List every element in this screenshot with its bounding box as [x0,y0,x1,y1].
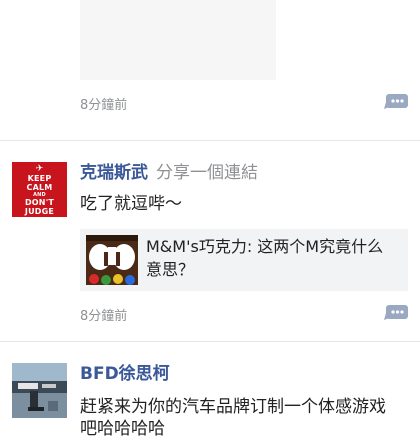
divider [0,341,420,342]
news-feed: 8分鐘前 ✈ KEEP CALM AND DON'T JUDGE 克瑞斯武 分享一… [0,0,420,439]
feed-post: ✈ KEEP CALM AND DON'T JUDGE 克瑞斯武 分享一個連結 吃… [0,141,420,341]
avatar-text: CALM [26,183,53,192]
link-title: M&M's巧克力: 这两个M究竟什么意思？ [146,237,384,279]
avatar-text: DON'T [24,198,55,207]
feed-post: BFD徐思柯 赶紧来为你的汽车品牌订制一个体感游戏吧哈哈哈哈 [0,347,420,439]
avatar-text: KEEP [27,174,52,183]
post-timestamp: 8分鐘前 [80,309,128,324]
feed-post: 8分鐘前 [0,0,420,140]
post-action: 分享一個連結 [156,163,258,183]
comment-bubble-icon[interactable] [384,304,408,322]
author-name[interactable]: 克瑞斯武 [80,163,148,183]
post-timestamp: 8分鐘前 [80,98,128,113]
post-header: 克瑞斯武 分享一個連結 [80,162,258,184]
avatar[interactable]: ✈ KEEP CALM AND DON'T JUDGE [12,162,67,217]
shared-link-card[interactable]: M&M's巧克力: 这两个M究竟什么意思？ [80,229,408,291]
avatar[interactable] [12,363,67,418]
post-text: 吃了就逗哔～ [80,194,182,214]
avatar-text: JUDGE [24,207,55,216]
post-media[interactable] [80,0,276,80]
comment-bubble-icon[interactable] [384,93,408,111]
link-thumbnail [86,235,138,285]
airplane-icon: ✈ [35,164,44,174]
author-name[interactable]: BFD徐思柯 [80,364,170,384]
post-header: BFD徐思柯 [80,363,170,385]
post-text: 赶紧来为你的汽车品牌订制一个体感游戏吧哈哈哈哈 [80,397,386,439]
